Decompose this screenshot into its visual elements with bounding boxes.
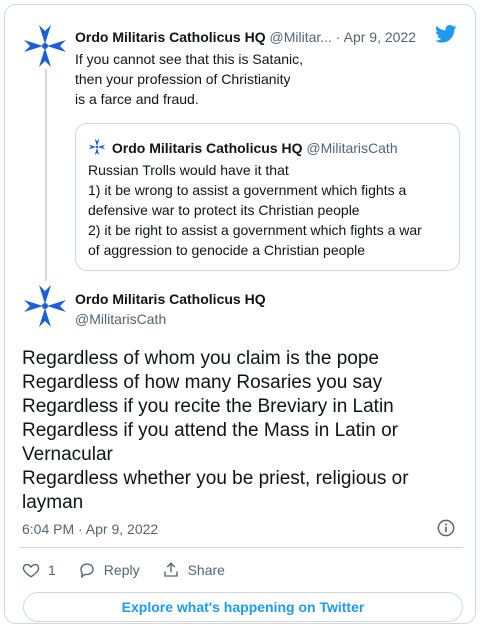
tweet2-text-line: Regardless if you attend the Mass in Lat… — [22, 420, 398, 441]
tweet2-text-line: Regardless whether you be priest, religi… — [22, 468, 409, 489]
reply-icon — [80, 563, 94, 579]
tweet2-author-name[interactable]: Ordo Militaris Catholicus HQ — [75, 291, 266, 307]
divider — [19, 547, 463, 548]
tweet2-author-handle[interactable]: @MilitarisCath — [75, 311, 166, 327]
like-count: 1 — [48, 562, 56, 578]
tweet2-text-line: layman — [22, 492, 84, 513]
quoted-tweet-header: Ordo Militaris Catholicus HQ @MilitarisC… — [88, 138, 398, 156]
tweet1-text-line: is a farce and fraud. — [75, 91, 199, 107]
quoted-text-line: defensive war to protect its Christian p… — [88, 202, 360, 218]
tweet1-text-line: If you cannot see that this is Satanic, — [75, 51, 304, 67]
tweet2-text: Regardless of whom you claim is the pope… — [22, 347, 452, 515]
thread-line — [45, 69, 47, 281]
tweet-actions: 1 Reply Share — [22, 561, 247, 579]
reply-label: Reply — [103, 562, 140, 578]
share-icon — [163, 562, 178, 577]
explore-twitter-button[interactable]: Explore what's happening on Twitter — [23, 592, 463, 622]
tweet2-text-line: Regardless if you recite the Breviary in… — [22, 396, 394, 417]
tweet1-separator: · — [335, 29, 341, 45]
tweet2-timestamp[interactable]: 6:04 PM · Apr 9, 2022 — [22, 521, 158, 537]
reply-button[interactable]: Reply — [78, 561, 140, 579]
quoted-cross-avatar-icon — [88, 138, 106, 156]
share-button[interactable]: Share — [162, 561, 225, 579]
cross-avatar-icon[interactable] — [22, 23, 68, 69]
share-label: Share — [187, 562, 225, 578]
tweet1-date[interactable]: Apr 9, 2022 — [344, 29, 416, 45]
quoted-text-line: of aggression to genocide a Christian pe… — [88, 242, 366, 258]
like-button[interactable]: 1 — [22, 561, 56, 579]
tweet-embed-card: Ordo Militaris Catholicus HQ @Militar...… — [4, 4, 476, 624]
tweet2-text-line: Vernacular — [22, 444, 113, 465]
twitter-bird-icon[interactable] — [435, 25, 457, 43]
quoted-text-line: 2) it be right to assist a government wh… — [88, 222, 422, 238]
quoted-text-line: 1) it be wrong to assist a government wh… — [88, 182, 407, 198]
quoted-tweet-text: Russian Trolls would have it that 1) it … — [88, 160, 453, 260]
tweet1-text: If you cannot see that this is Satanic, … — [75, 49, 303, 109]
quoted-text-line: Russian Trolls would have it that — [88, 162, 289, 178]
heart-icon — [22, 563, 40, 578]
quoted-author-name: Ordo Militaris Catholicus HQ — [111, 140, 303, 156]
quoted-author-handle: @MilitarisCath — [306, 140, 398, 156]
tweet2-text-line: Regardless of how many Rosaries you say — [22, 372, 383, 393]
cross-avatar-icon[interactable] — [22, 283, 68, 329]
info-icon[interactable] — [437, 519, 455, 537]
tweet1-author-handle[interactable]: @Militar... — [269, 29, 331, 45]
tweet1-author-name[interactable]: Ordo Militaris Catholicus HQ — [75, 29, 266, 45]
tweet1-header: Ordo Militaris Catholicus HQ @Militar...… — [75, 29, 445, 45]
tweet1-text-line: then your profession of Christianity — [75, 71, 291, 87]
quoted-tweet[interactable]: Ordo Militaris Catholicus HQ @MilitarisC… — [75, 123, 460, 271]
tweet2-text-line: Regardless of whom you claim is the pope — [22, 348, 379, 369]
